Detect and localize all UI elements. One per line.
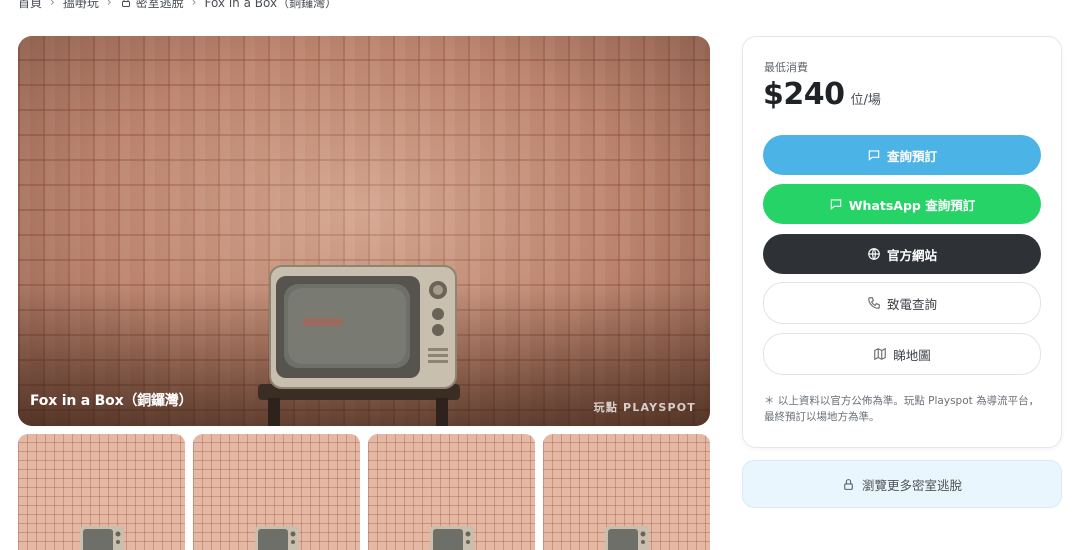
retro-tv-illustration (80, 526, 124, 550)
price-row: $240 位/場 (763, 77, 881, 112)
globe-icon (868, 248, 880, 260)
thumbnail[interactable] (368, 434, 535, 550)
thumbnail[interactable] (18, 434, 185, 550)
booking-card: 最低消費 $240 位/場 查詢預訂 WhatsApp 查詢預訂 官方網站 致電… (742, 36, 1062, 448)
breadcrumb: 首頁 › 搵嘢玩 › 密室逃脫 › Fox in a Box（銅鑼灣） (18, 0, 337, 11)
map-button[interactable]: 睇地圖 (763, 333, 1041, 375)
price-value: $240 (763, 77, 845, 112)
breadcrumb-current: Fox in a Box（銅鑼灣） (204, 0, 337, 11)
chevron-right-icon: › (50, 0, 55, 9)
whatsapp-button-label: WhatsApp 查詢預訂 (848, 197, 976, 213)
enquiry-button-label: 查詢預訂 (886, 148, 937, 164)
breadcrumb-escape-room[interactable]: 密室逃脫 (120, 0, 184, 11)
price-label: 最低消費 (764, 61, 808, 74)
breadcrumb-activities[interactable]: 搵嘢玩 (63, 0, 99, 11)
breadcrumb-escape-room-label[interactable]: 密室逃脫 (136, 0, 184, 11)
lock-icon (121, 0, 130, 7)
chevron-right-icon: › (106, 0, 112, 9)
thumbnail-strip (18, 434, 710, 550)
website-button[interactable]: 官方網站 (763, 234, 1041, 274)
chevron-right-icon: › (191, 0, 197, 9)
website-button-label: 官方網站 (886, 247, 937, 263)
phone-icon (868, 297, 880, 309)
price-unit: 位/場 (850, 93, 881, 108)
chat-icon (830, 199, 842, 210)
call-button[interactable]: 致電查詢 (763, 282, 1041, 324)
map-icon (874, 347, 887, 361)
hero-title: Fox in a Box（銅鑼灣） (30, 393, 193, 409)
retro-tv-illustration (430, 526, 474, 550)
retro-tv-illustration (255, 526, 299, 550)
browse-more-button[interactable]: 瀏覽更多密室逃脫 (742, 460, 1062, 508)
disclaimer-note: ＊ 以上資料以官方公佈為準。玩點 Playspot 為導流平台，最終預訂以場地方… (764, 395, 1040, 423)
hero-image[interactable]: Fox in a Box（銅鑼灣） 玩點 PLAYSPOT (18, 36, 710, 426)
retro-tv-illustration (605, 526, 649, 550)
map-button-label: 睇地圖 (893, 347, 931, 363)
lock-icon (844, 478, 853, 490)
breadcrumb-home[interactable]: 首頁 (18, 0, 42, 11)
breadcrumb-home-label[interactable]: 首頁 (18, 0, 42, 11)
enquiry-button[interactable]: 查詢預訂 (763, 135, 1041, 175)
breadcrumb-current-label: Fox in a Box（銅鑼灣） (204, 0, 338, 10)
call-button-label: 致電查詢 (886, 296, 937, 312)
thumbnail[interactable] (193, 434, 360, 550)
thumbnail[interactable] (543, 434, 710, 550)
retro-tv-illustration (258, 265, 460, 426)
breadcrumb-activities-label[interactable]: 搵嘢玩 (63, 0, 99, 11)
whatsapp-button[interactable]: WhatsApp 查詢預訂 (763, 184, 1041, 224)
watermark: 玩點 PLAYSPOT (593, 401, 696, 414)
browse-more-label: 瀏覽更多密室逃脫 (861, 477, 962, 493)
chat-icon (868, 150, 880, 161)
